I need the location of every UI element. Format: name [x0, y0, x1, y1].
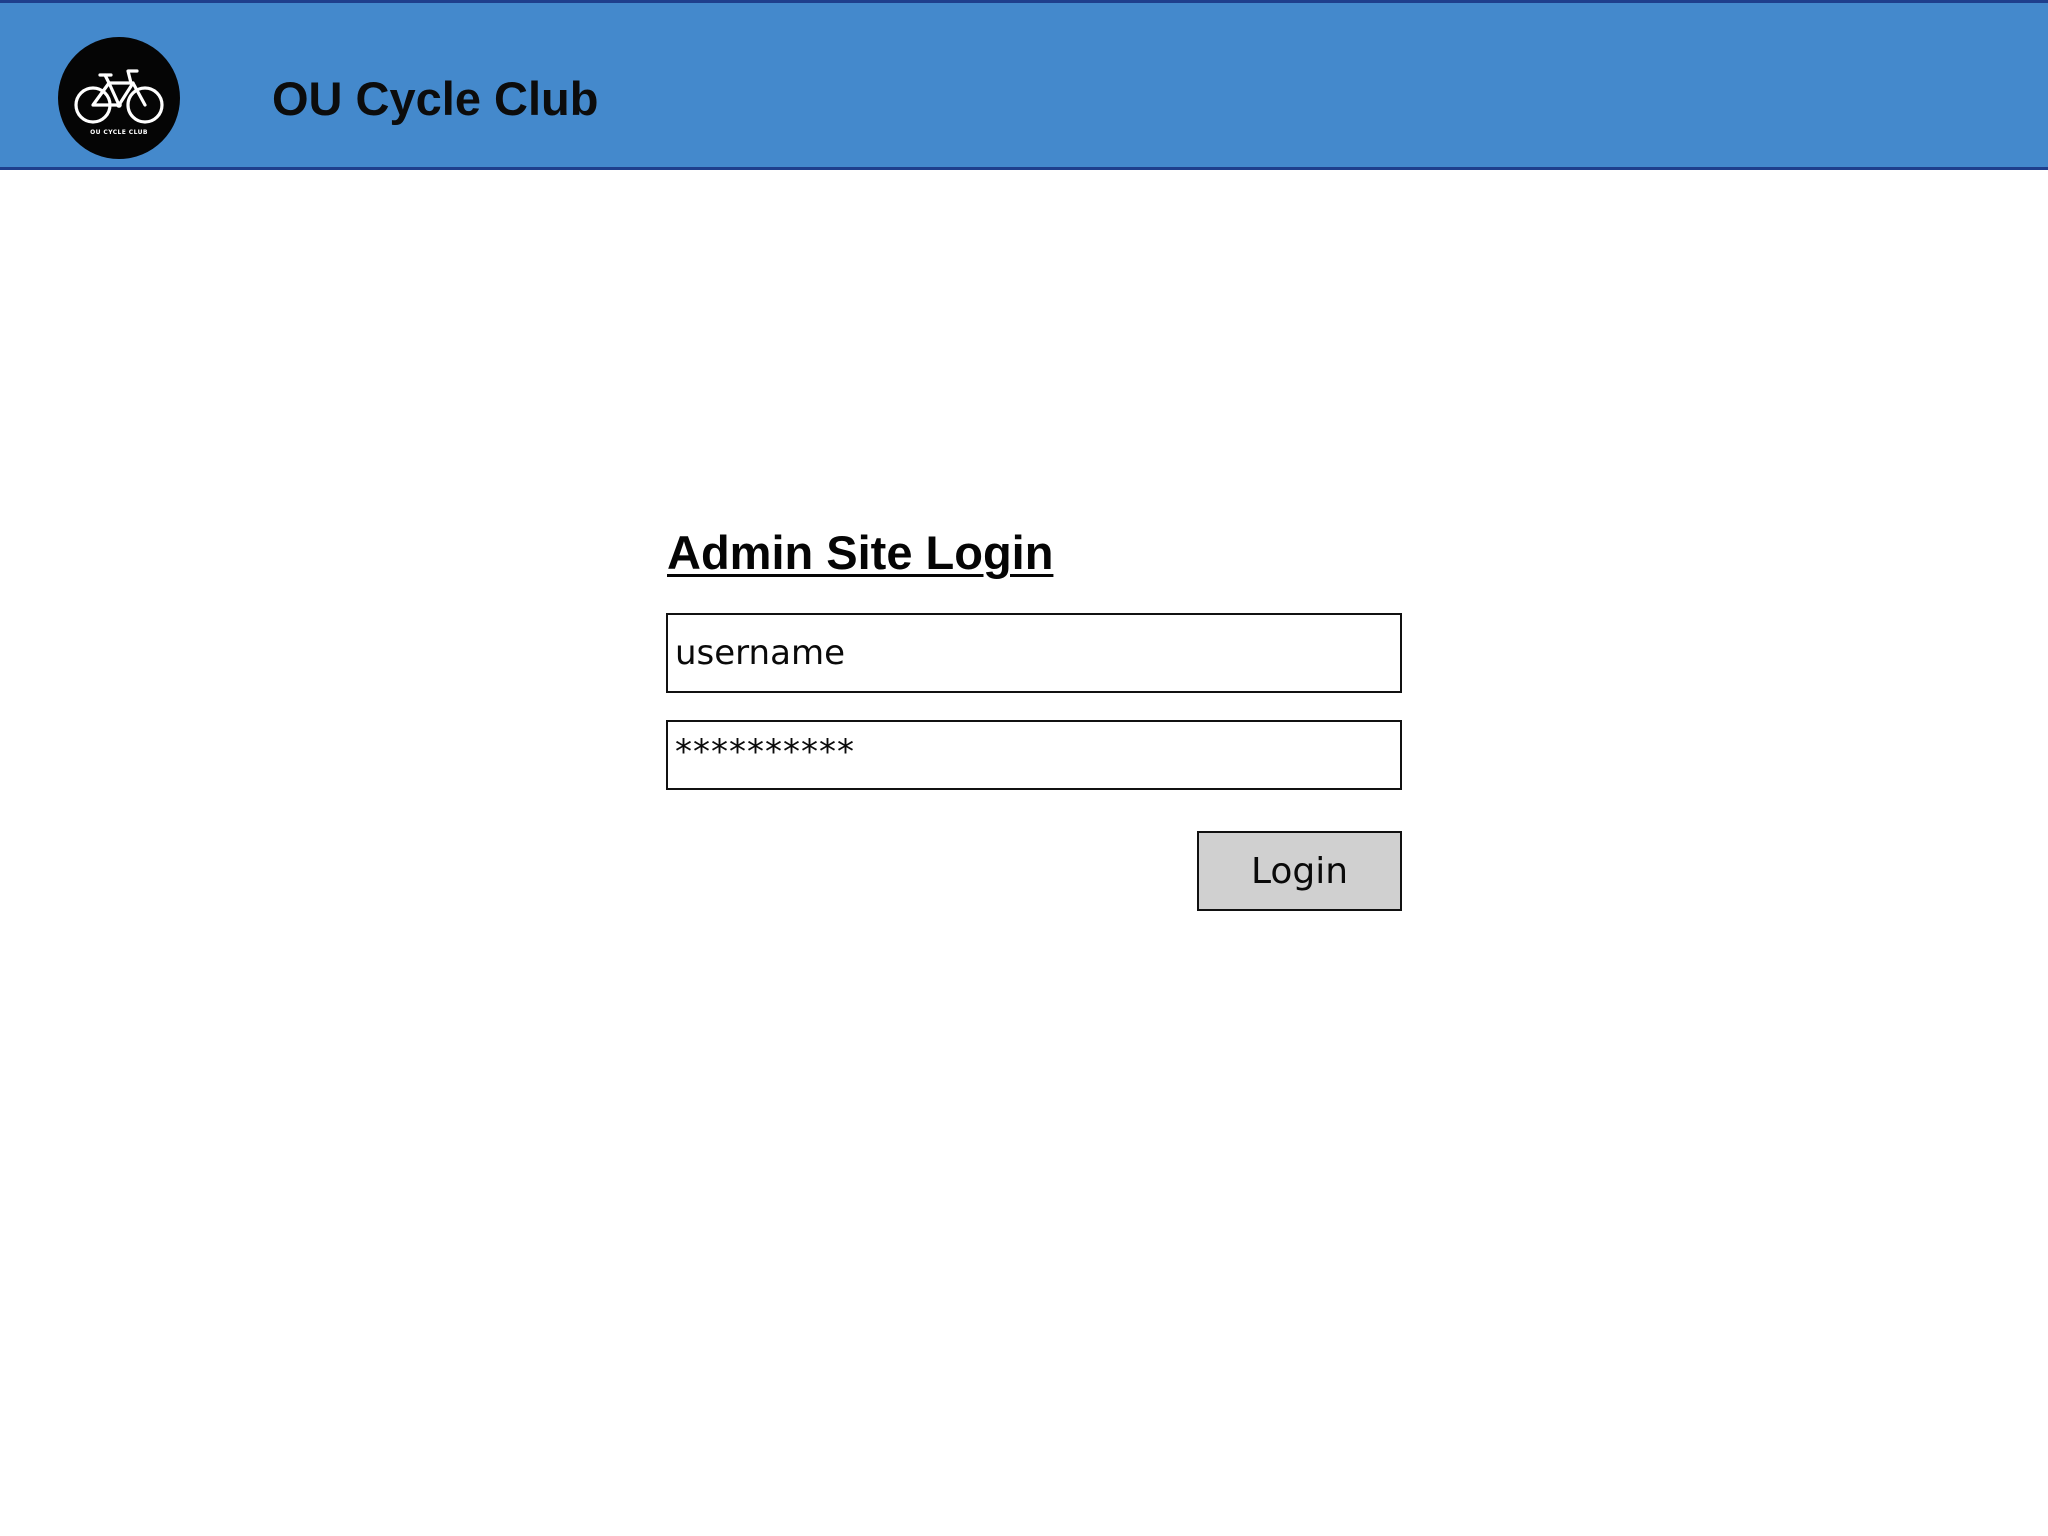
header-bar: OU CYCLE CLUB OU Cycle Club	[0, 0, 2048, 170]
logo-text: OU CYCLE CLUB	[90, 128, 148, 136]
username-value: username	[675, 633, 845, 673]
login-button[interactable]: Login	[1197, 831, 1402, 911]
bicycle-icon	[74, 68, 164, 124]
site-title: OU Cycle Club	[272, 72, 599, 125]
password-value: **********	[675, 732, 855, 772]
club-logo[interactable]: OU CYCLE CLUB	[58, 37, 180, 159]
password-input[interactable]: **********	[666, 720, 1402, 790]
login-heading: Admin Site Login	[667, 526, 1054, 579]
login-button-label: Login	[1250, 850, 1349, 892]
username-input[interactable]: username	[666, 613, 1402, 693]
